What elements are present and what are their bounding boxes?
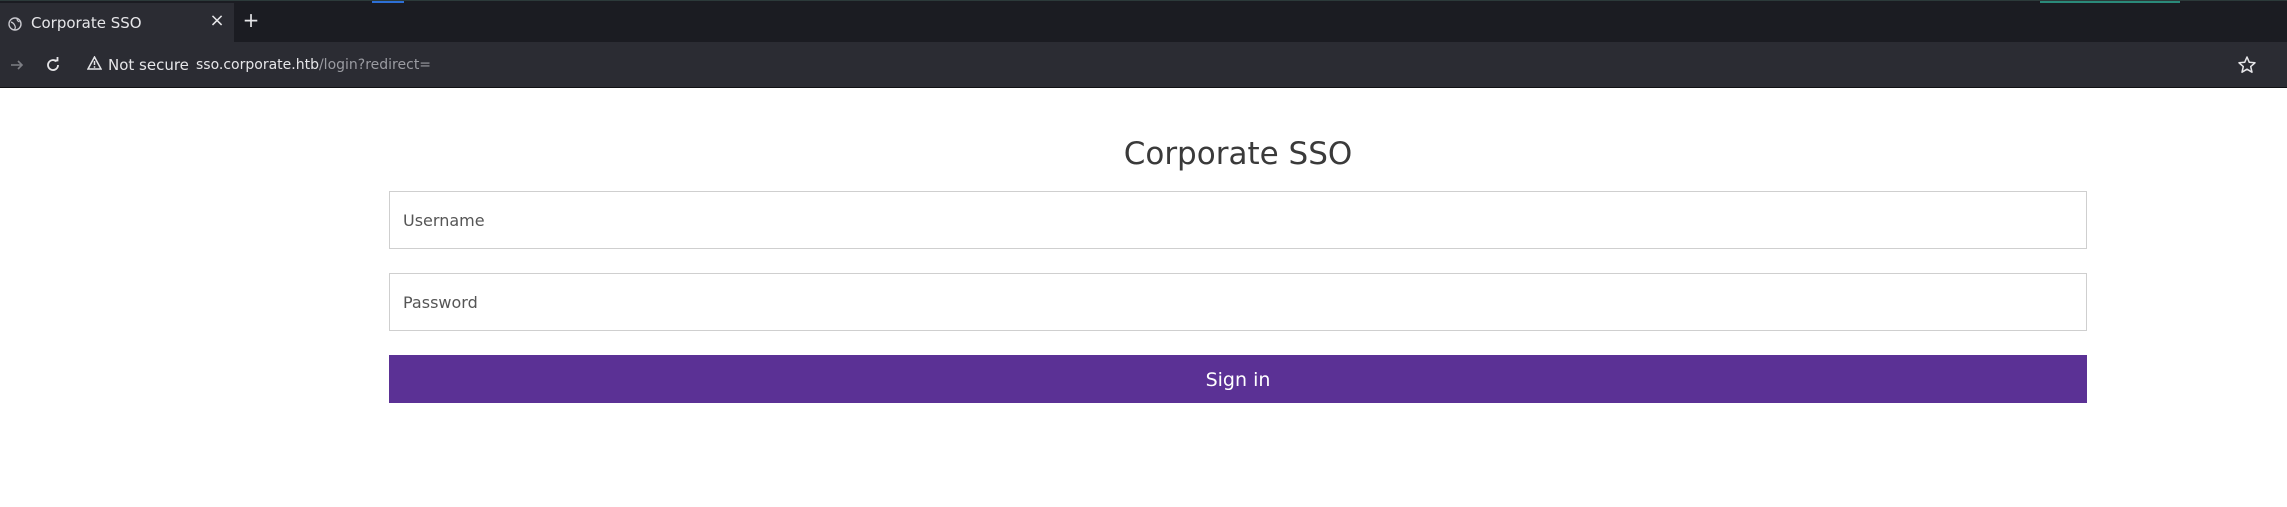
security-indicator[interactable]: Not secure bbox=[86, 54, 189, 76]
reload-icon[interactable] bbox=[43, 55, 63, 75]
close-icon[interactable]: × bbox=[207, 11, 227, 31]
sign-in-button[interactable]: Sign in bbox=[389, 355, 2087, 403]
username-field[interactable] bbox=[389, 191, 2087, 249]
browser-toolbar: Not secure sso.corporate.htb/login?redir… bbox=[0, 42, 2287, 88]
browser-tab[interactable]: Corporate SSO × bbox=[0, 3, 234, 43]
tab-title: Corporate SSO bbox=[31, 14, 142, 32]
tab-strip-accent bbox=[2040, 1, 2180, 3]
url-host: sso.corporate.htb bbox=[196, 57, 319, 73]
browser-tab-strip: Corporate SSO × + bbox=[0, 0, 2287, 43]
security-label: Not secure bbox=[108, 56, 189, 74]
login-page: Corporate SSO Sign in bbox=[0, 88, 2287, 507]
url-path: /login?redirect= bbox=[318, 57, 432, 73]
plus-icon[interactable]: + bbox=[241, 10, 261, 30]
page-title: Corporate SSO bbox=[1123, 136, 1353, 172]
warning-triangle-icon bbox=[86, 55, 108, 74]
password-field[interactable] bbox=[389, 273, 2087, 331]
tab-strip-accent bbox=[372, 1, 404, 3]
address-bar[interactable]: sso.corporate.htb/login?redirect= bbox=[196, 57, 431, 73]
star-icon[interactable] bbox=[2236, 54, 2258, 76]
arrow-right-icon[interactable] bbox=[7, 55, 27, 75]
globe-icon bbox=[8, 16, 22, 31]
